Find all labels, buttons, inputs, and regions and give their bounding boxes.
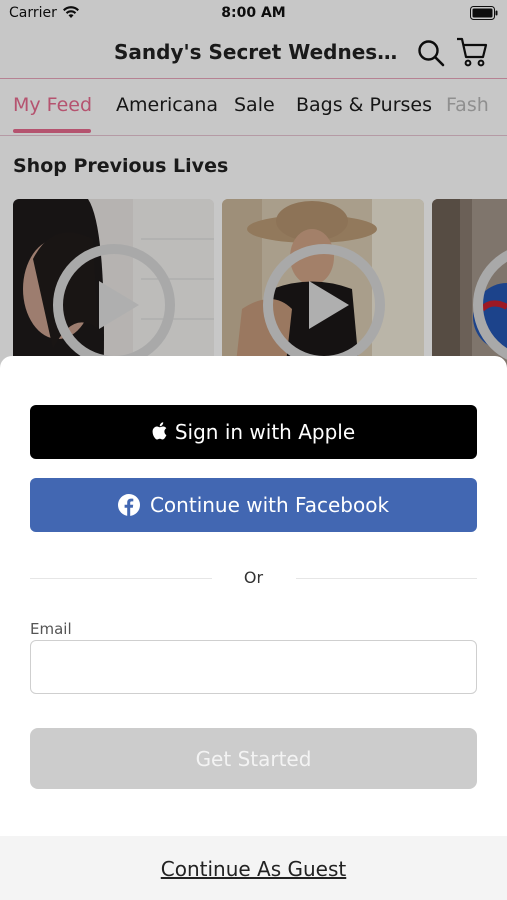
sign-in-with-apple-button[interactable]: Sign in with Apple xyxy=(30,405,477,459)
email-field[interactable] xyxy=(30,640,477,694)
continue-as-guest-link[interactable]: Continue As Guest xyxy=(0,857,507,881)
divider-line-right xyxy=(296,578,477,579)
get-started-button[interactable]: Get Started xyxy=(30,728,477,789)
apple-icon xyxy=(152,422,167,440)
email-label: Email xyxy=(30,620,72,638)
login-sheet: Sign in with Apple Continue with Faceboo… xyxy=(0,356,507,900)
facebook-icon xyxy=(117,494,140,516)
continue-with-facebook-button[interactable]: Continue with Facebook xyxy=(30,478,477,532)
guest-bar: Continue As Guest xyxy=(0,836,507,900)
apple-button-label: Sign in with Apple xyxy=(174,420,356,444)
facebook-button-label: Continue with Facebook xyxy=(149,493,390,517)
get-started-label: Get Started xyxy=(195,746,312,771)
